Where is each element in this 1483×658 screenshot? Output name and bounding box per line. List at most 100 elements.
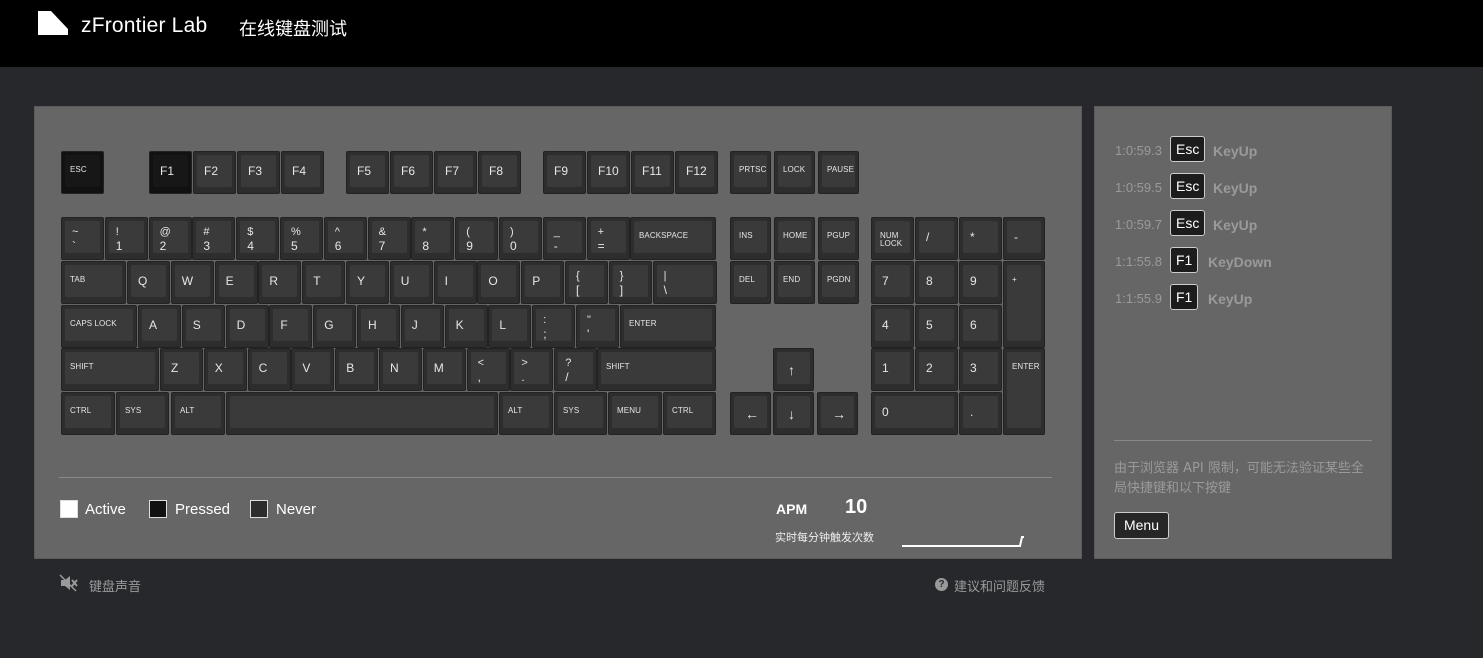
key-n[interactable]: N [379,348,422,391]
key-num-slash[interactable]: / [915,217,958,260]
key-num-6[interactable]: 6 [959,305,1002,348]
key-space[interactable] [226,392,498,435]
key-l[interactable]: L [488,305,532,348]
key-f8[interactable]: F8 [478,151,521,194]
key-pgdn[interactable]: PGDN [818,261,859,304]
key-ctrl-left[interactable]: CTRL [61,392,115,435]
key-num-8[interactable]: * 8 [411,217,455,260]
sound-muted-icon[interactable] [59,573,79,593]
brand-name[interactable]: zFrontier Lab [81,14,207,38]
key-num-0[interactable]: 0 [871,392,958,435]
key-f2[interactable]: F2 [193,151,236,194]
key-w[interactable]: W [170,261,214,304]
key-u[interactable]: U [389,261,433,304]
key-f11[interactable]: F11 [631,151,674,194]
zfrontier-logo-icon[interactable] [38,11,68,35]
key-num-11[interactable]: _ - [542,217,586,260]
key-end[interactable]: END [774,261,815,304]
key-bracket-11[interactable]: {[ [565,261,608,304]
key-f1[interactable]: F1 [149,151,192,194]
key-bracket-13[interactable]: | \ [652,261,717,304]
key-num-minus[interactable]: - [1003,217,1045,260]
key-num-0[interactable]: ~ ` [61,217,104,260]
key-num-4[interactable]: 4 [871,305,914,348]
key-f7[interactable]: F7 [434,151,477,194]
key-num-5[interactable]: % 5 [280,217,323,260]
key-arrow-left[interactable]: ← [730,392,771,435]
key-num-4[interactable]: $4 [236,217,280,260]
key-f3[interactable]: F3 [237,151,280,194]
key-f[interactable]: F [269,305,313,348]
key-num-3[interactable]: 3 [959,348,1002,391]
key-arrow-down[interactable]: ↓ [773,392,814,435]
key-esc[interactable]: ESC [61,151,104,194]
menu-button[interactable]: Menu [1114,512,1169,539]
key-f10[interactable]: F10 [587,151,630,194]
key-y[interactable]: Y [346,261,389,304]
key-lock[interactable]: LOCK [774,151,815,194]
key-s[interactable]: S [181,305,225,348]
key-j[interactable]: J [400,305,444,348]
key-numlock[interactable]: NUM LOCK [871,217,914,260]
key-num-6[interactable]: ^ 6 [323,217,367,260]
key-punct-10[interactable]: :; [532,305,576,348]
key-num-9[interactable]: 9 [959,261,1002,304]
key-num-plus[interactable]: + [1003,261,1045,348]
key-shift-right[interactable]: SHIFT [597,348,716,391]
keyboard-sound-toggle[interactable]: 键盘声音 [89,576,141,595]
key-b[interactable]: B [335,348,379,391]
key-num-1[interactable]: ! 1 [104,217,148,260]
key-num-enter[interactable]: ENTER [1003,348,1045,435]
key-arrow-right[interactable]: → [817,392,858,435]
key-prtsc[interactable]: PRTSC [730,151,771,194]
key-num-7[interactable]: & 7 [367,217,411,260]
key-k[interactable]: K [444,305,488,348]
key-f9[interactable]: F9 [543,151,586,194]
key-m[interactable]: M [422,348,466,391]
key-d[interactable]: D [225,305,269,348]
key-alt-right[interactable]: ALT [499,392,553,435]
key-t[interactable]: T [302,261,346,304]
key-punct-10[interactable]: ? / [554,348,598,391]
key-c[interactable]: C [247,348,291,391]
key-num-8[interactable]: 8 [915,261,958,304]
key-num-2[interactable]: @2 [148,217,192,260]
key-f4[interactable]: F4 [281,151,324,194]
key-num-10[interactable]: ) 0 [499,217,542,260]
key-p[interactable]: P [521,261,565,304]
key-arrow-up[interactable]: ↑ [773,348,814,391]
key-shift-left[interactable]: SHIFT [61,348,159,391]
key-ins[interactable]: INS [730,217,771,260]
key-f5[interactable]: F5 [346,151,389,194]
key-del[interactable]: DEL [730,261,771,304]
feedback-link[interactable]: 建议和问题反馈 [954,576,1045,595]
key-menu[interactable]: MENU [608,392,662,435]
key-num-star[interactable]: * [959,217,1002,260]
help-icon[interactable]: ? [935,578,948,591]
key-punct-9[interactable]: >. [510,348,554,391]
key-r[interactable]: R [258,261,302,304]
key-bracket-12[interactable]: }] [608,261,652,304]
key-v[interactable]: V [291,348,335,391]
key-tab[interactable]: TAB [61,261,126,304]
key-sys-left[interactable]: SYS [116,392,169,435]
key-num-2[interactable]: 2 [915,348,958,391]
key-num-5[interactable]: 5 [915,305,958,348]
key-num-9[interactable]: (9 [455,217,499,260]
key-g[interactable]: G [313,305,357,348]
key-pgup[interactable]: PGUP [818,217,859,260]
key-enter[interactable]: ENTER [620,305,716,348]
key-num-12[interactable]: + = [586,217,630,260]
key-q[interactable]: Q [127,261,170,304]
key-punct-11[interactable]: " ' [576,305,619,348]
key-punct-8[interactable]: <, [466,348,510,391]
key-h[interactable]: H [357,305,400,348]
key-a[interactable]: A [138,305,181,348]
key-caps-lock[interactable]: CAPS LOCK [61,305,137,348]
key-backspace[interactable]: BACKSPACE [630,217,716,260]
key-num-3[interactable]: #3 [192,217,236,260]
key-i[interactable]: I [433,261,477,304]
key-num-dot[interactable]: . [959,392,1002,435]
key-f6[interactable]: F6 [390,151,433,194]
key-e[interactable]: E [214,261,258,304]
